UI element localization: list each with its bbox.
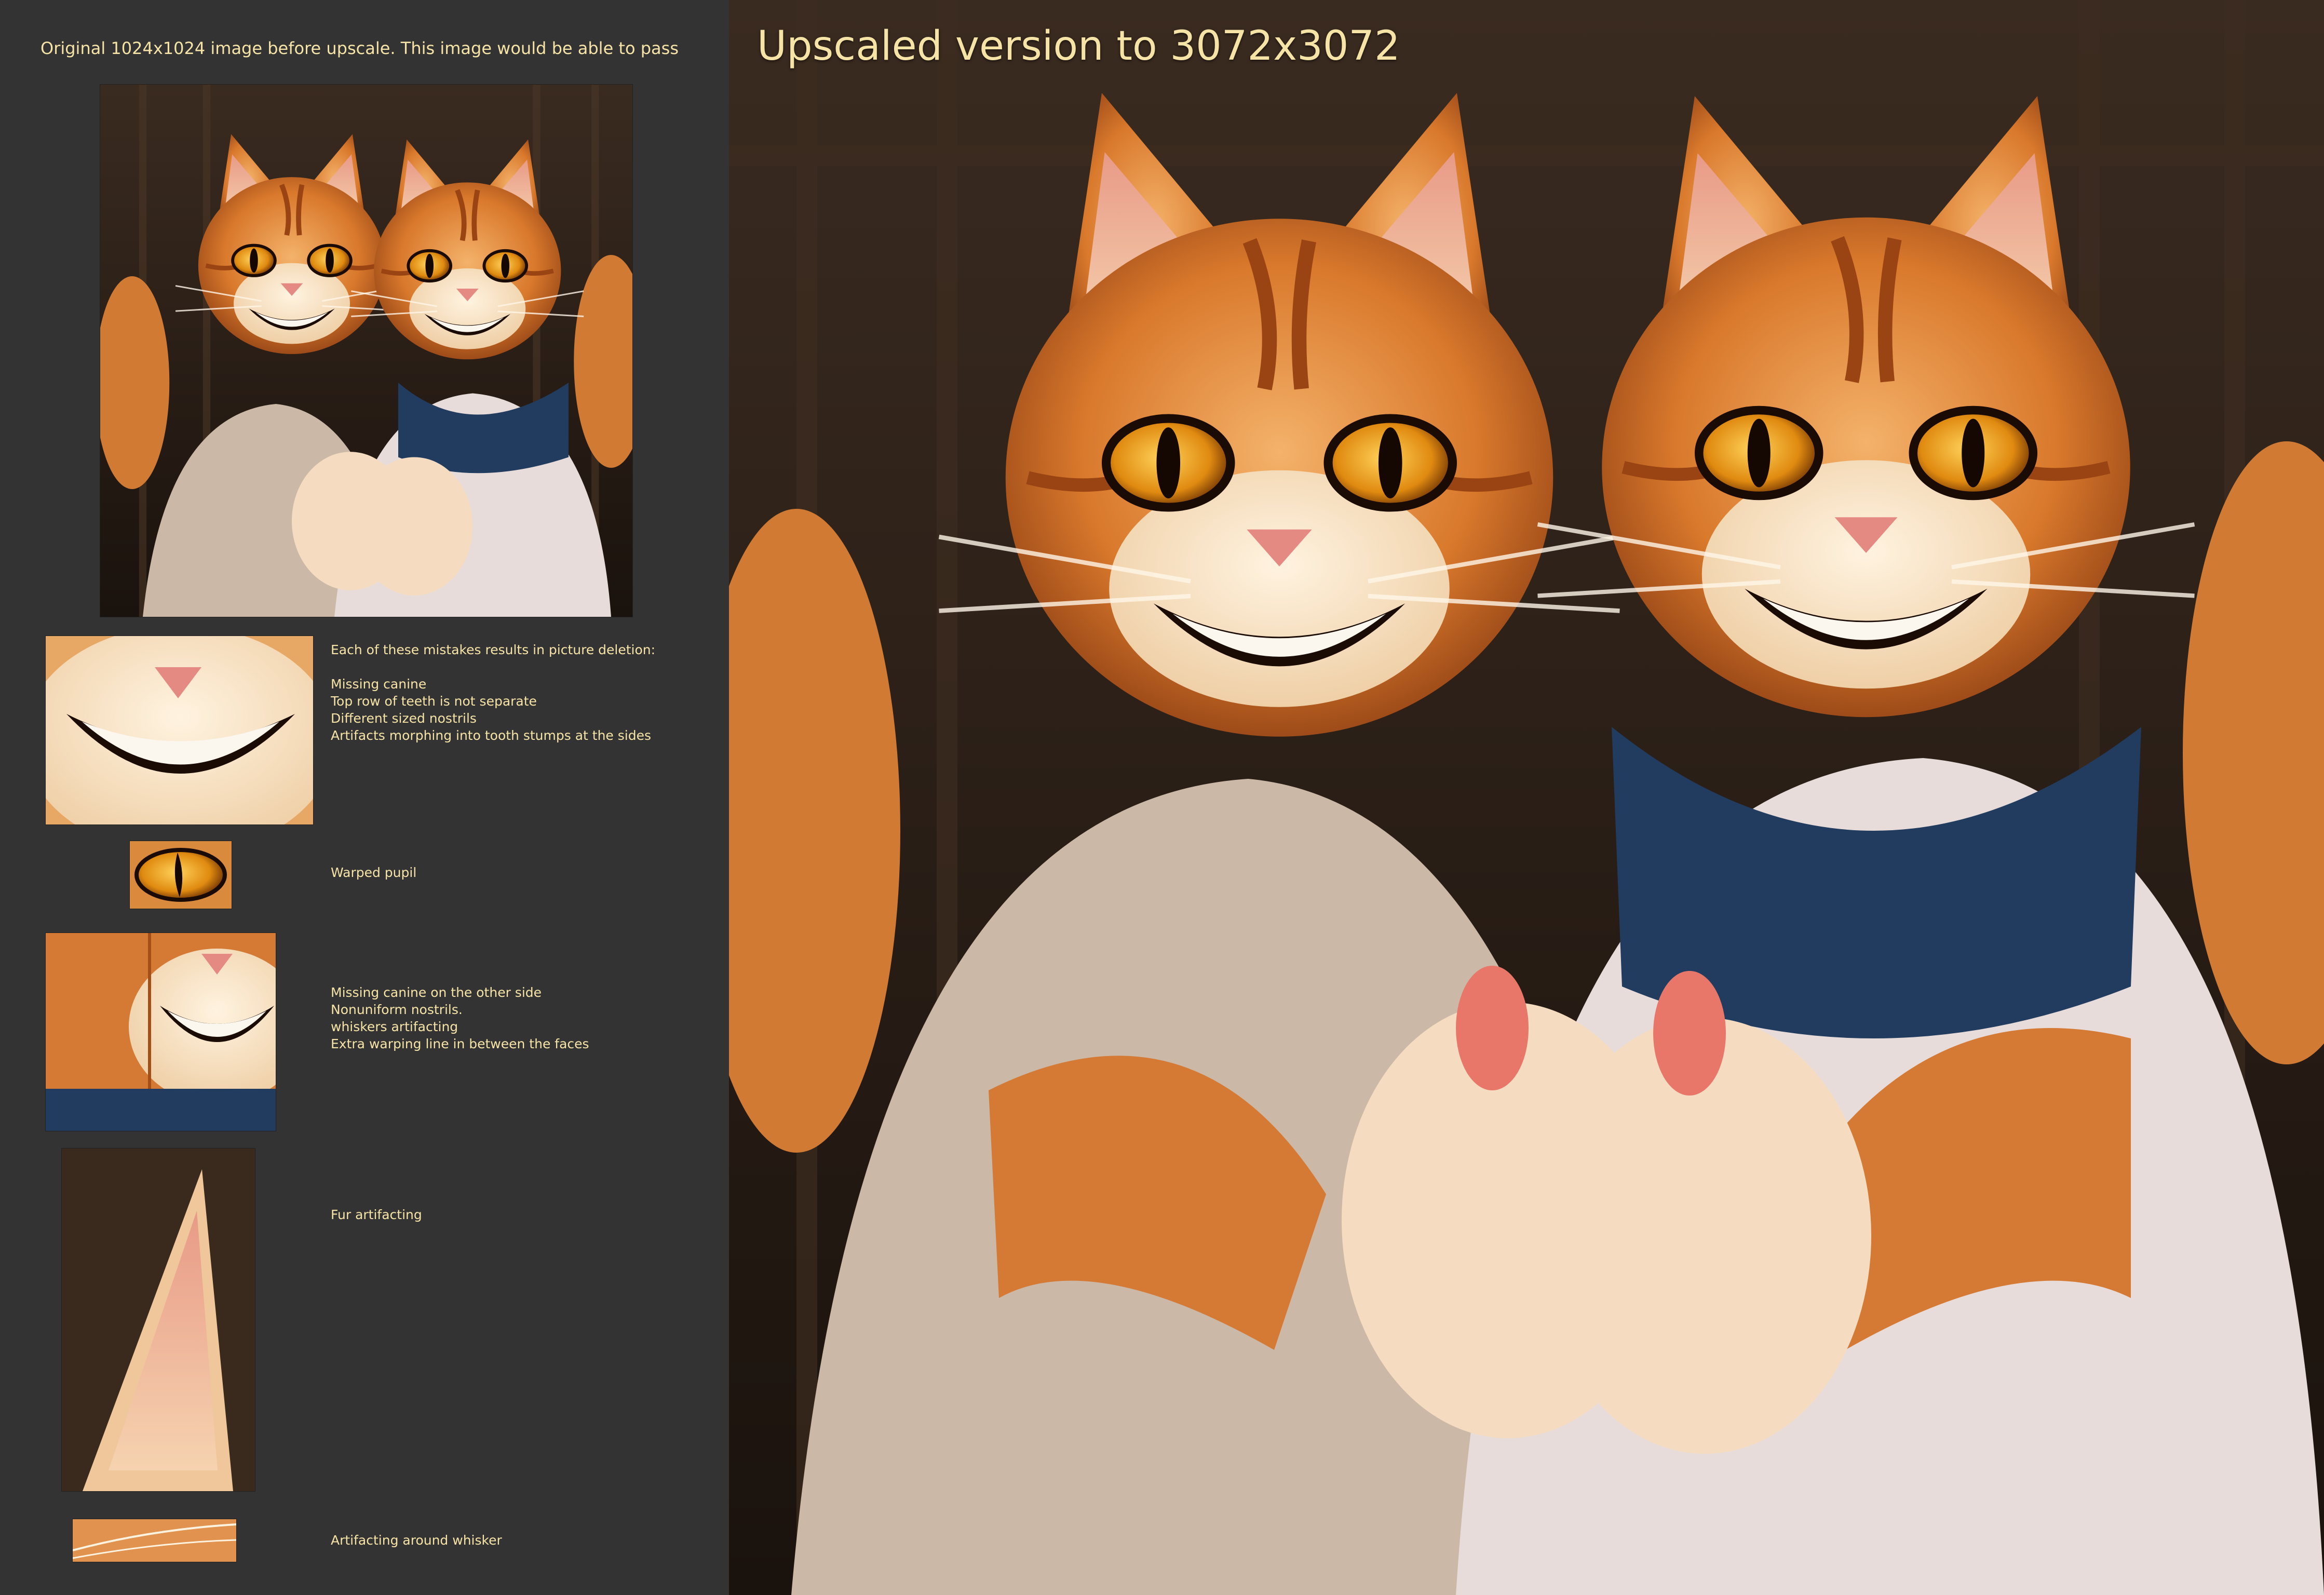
note-pupil: Warped pupil (331, 865, 417, 880)
teeth-crop (46, 636, 313, 824)
left-panel: Original 1024x1024 image before upscale.… (0, 0, 729, 1595)
original-caption: Original 1024x1024 image before upscale.… (40, 38, 679, 58)
upscaled-image: Upscaled version to 3072x3072 (729, 0, 2324, 1595)
faces-crop (46, 933, 276, 1131)
fur-crop (62, 1148, 255, 1491)
upscaled-title: Upscaled version to 3072x3072 (757, 23, 1400, 70)
original-image (100, 85, 632, 617)
note-faces: Missing canine on the other side Nonunif… (331, 985, 589, 1051)
whisker-crop (73, 1519, 236, 1562)
pupil-crop (130, 841, 232, 909)
note-fur: Fur artifacting (331, 1207, 422, 1222)
note-teeth: Each of these mistakes results in pictur… (331, 642, 656, 743)
note-whisker: Artifacting around whisker (331, 1533, 502, 1548)
